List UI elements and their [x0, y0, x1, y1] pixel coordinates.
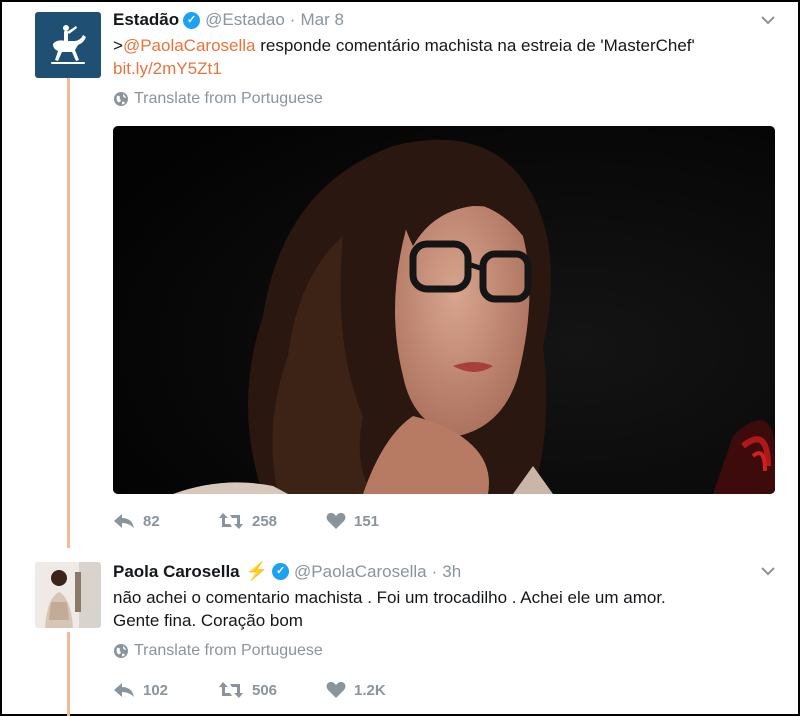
- tweet-thread-frame: Estadão ✓ @Estadao · Mar 8 >@PaolaCarose…: [0, 0, 800, 716]
- chevron-down-icon[interactable]: [761, 566, 775, 576]
- reply-button[interactable]: 82: [113, 512, 218, 530]
- thread-connector-line: [67, 78, 70, 548]
- tweet-actions: 102 506 1.2K: [113, 681, 386, 699]
- translate-link[interactable]: Translate from Portuguese: [113, 90, 323, 108]
- translate-label: Translate from Portuguese: [134, 90, 323, 107]
- like-button[interactable]: 1.2K: [326, 681, 386, 699]
- chevron-down-icon[interactable]: [761, 15, 775, 25]
- reply-icon: [114, 683, 134, 697]
- tweet-timestamp[interactable]: 3h: [442, 562, 461, 582]
- like-button[interactable]: 151: [326, 512, 379, 530]
- translate-link[interactable]: Translate from Portuguese: [113, 642, 323, 660]
- retweet-button[interactable]: 506: [218, 681, 326, 699]
- separator-dot: ·: [431, 561, 438, 581]
- tweet-text: não achei o comentario machista . Foi um…: [113, 586, 783, 632]
- globe-icon: [114, 92, 128, 106]
- retweet-count: 258: [252, 512, 278, 530]
- tweet-text: >@PaolaCarosella responde comentário mac…: [113, 34, 773, 80]
- like-count: 151: [354, 512, 380, 530]
- thread-connector-line-bottom: [67, 632, 70, 716]
- tweet-text-body: responde comentário machista na estreia …: [255, 36, 695, 55]
- reply-count: 82: [143, 512, 160, 530]
- profile-photo-icon: [35, 562, 101, 628]
- reply-button[interactable]: 102: [113, 681, 218, 699]
- globe-icon: [114, 644, 128, 658]
- mention-link[interactable]: @PaolaCarosella: [123, 36, 256, 55]
- retweet-button[interactable]: 258: [218, 512, 326, 530]
- lightning-bolt-icon: ⚡: [245, 561, 269, 581]
- translate-label: Translate from Portuguese: [134, 642, 323, 659]
- tweet-text-line2: Gente fina. Coração bom: [113, 611, 303, 630]
- short-url-link[interactable]: bit.ly/2mY5Zt1: [113, 59, 222, 78]
- tweet-header: Paola Carosella ⚡ ✓ @PaolaCarosella · 3h: [113, 561, 461, 582]
- text-prefix: >: [113, 36, 123, 55]
- retweet-icon: [219, 513, 243, 529]
- author-name[interactable]: Estadão: [113, 10, 179, 30]
- tweet-header: Estadão ✓ @Estadao · Mar 8: [113, 10, 344, 30]
- retweet-icon: [219, 682, 243, 698]
- author-handle[interactable]: @PaolaCarosella: [294, 562, 427, 582]
- verified-badge-icon: ✓: [183, 11, 201, 29]
- separator-dot: ·: [289, 10, 296, 29]
- heart-icon: [326, 512, 346, 529]
- tweet-timestamp[interactable]: Mar 8: [300, 10, 343, 30]
- tweet-media-photo[interactable]: [113, 126, 775, 494]
- like-count: 1.2K: [354, 681, 386, 699]
- author-name[interactable]: Paola Carosella: [113, 562, 240, 582]
- verified-badge-icon: ✓: [272, 563, 290, 580]
- heart-icon: [326, 681, 346, 698]
- woman-with-glasses-photo: [113, 126, 775, 494]
- tweet-text-line1: não achei o comentario machista . Foi um…: [113, 588, 666, 607]
- retweet-count: 506: [252, 681, 278, 699]
- tweet-actions: 82 258 151: [113, 512, 379, 530]
- reply-count: 102: [143, 681, 169, 699]
- avatar-estadao[interactable]: [35, 12, 101, 78]
- avatar-paola[interactable]: [35, 562, 101, 628]
- horse-rider-logo-icon: [51, 25, 86, 64]
- reply-icon: [114, 514, 134, 528]
- author-handle[interactable]: @Estadao: [205, 10, 285, 30]
